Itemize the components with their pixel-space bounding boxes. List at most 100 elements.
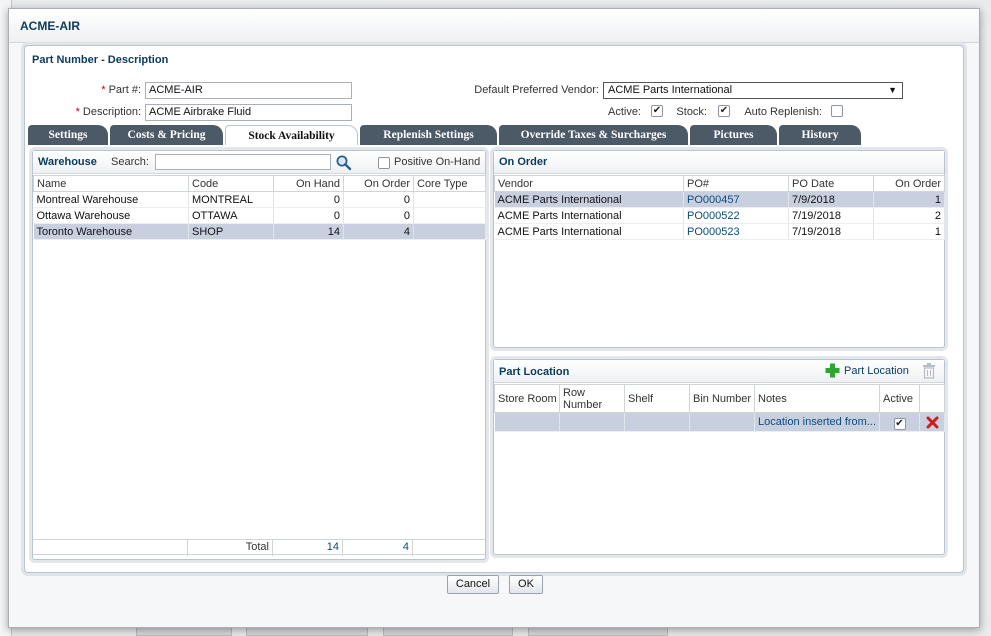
- stock-checkbox[interactable]: ✔: [718, 105, 730, 117]
- trash-icon[interactable]: [922, 363, 936, 379]
- required-marker: *: [75, 106, 80, 118]
- location-shelf[interactable]: [624, 412, 690, 432]
- auto-replenish-checkbox[interactable]: [831, 105, 843, 117]
- table-row[interactable]: ACME Parts International PO000457 7/9/20…: [494, 191, 945, 208]
- tab-pictures[interactable]: Pictures: [690, 125, 777, 145]
- warehouse-name: Montreal Warehouse: [33, 191, 189, 208]
- total-on-hand: 14: [273, 540, 343, 556]
- delete-icon[interactable]: [926, 416, 939, 429]
- location-delete-cell: [919, 412, 945, 432]
- col-on-hand[interactable]: On Hand: [273, 175, 344, 192]
- warehouse-title: Warehouse: [38, 156, 97, 168]
- part-location-table: Store Room Row Number Shelf Bin Number N…: [494, 384, 945, 432]
- tab-history[interactable]: History: [779, 125, 861, 145]
- location-row-number[interactable]: [559, 412, 625, 432]
- tab-costs-pricing[interactable]: Costs & Pricing: [110, 125, 223, 145]
- location-active-checkbox[interactable]: ✔: [893, 417, 906, 430]
- ok-button[interactable]: OK: [509, 575, 543, 594]
- warehouse-header-row: Name Code On Hand On Order Core Type: [33, 175, 486, 192]
- col-on-order-qty[interactable]: On Order: [873, 175, 945, 192]
- order-po-link[interactable]: PO000523: [683, 223, 789, 240]
- part-number-input[interactable]: ACME-AIR: [145, 82, 352, 99]
- order-date: 7/19/2018: [788, 223, 874, 240]
- order-date: 7/19/2018: [788, 207, 874, 224]
- part-location-header: Part Location Part Location: [494, 360, 944, 383]
- col-core-type[interactable]: Core Type: [413, 175, 486, 192]
- on-order-header-row: Vendor PO# PO Date On Order: [494, 175, 945, 192]
- col-vendor[interactable]: Vendor: [494, 175, 684, 192]
- warehouse-on-order: 4: [343, 223, 414, 240]
- location-bin-number[interactable]: [689, 412, 755, 432]
- tab-settings[interactable]: Settings: [28, 125, 108, 145]
- vendor-select[interactable]: ACME Parts International ▼: [603, 82, 903, 99]
- on-order-title: On Order: [499, 156, 548, 168]
- table-row[interactable]: Ottawa Warehouse OTTAWA 0 0: [33, 207, 486, 224]
- table-row[interactable]: Montreal Warehouse MONTREAL 0 0: [33, 191, 486, 208]
- cancel-button[interactable]: Cancel: [447, 575, 499, 594]
- search-label: Search:: [111, 156, 149, 168]
- col-name[interactable]: Name: [33, 175, 189, 192]
- warehouse-on-order: 0: [343, 207, 414, 224]
- order-po-link[interactable]: PO000522: [683, 207, 789, 224]
- location-notes[interactable]: Location inserted from...: [754, 412, 880, 432]
- warehouse-core-type: [413, 207, 486, 224]
- stock-label: Stock:: [676, 106, 707, 118]
- part-location-header-row: Store Room Row Number Shelf Bin Number N…: [494, 384, 945, 413]
- warehouse-core-type: [413, 191, 486, 208]
- plus-icon: [825, 363, 840, 378]
- order-qty: 2: [873, 207, 945, 224]
- order-date: 7/9/2018: [788, 191, 874, 208]
- col-store-room[interactable]: Store Room: [494, 384, 560, 413]
- part-location-panel: Part Location Part Location Store Room R…: [493, 359, 945, 555]
- part-panel: Part Number - Description * Part #: ACME…: [24, 45, 964, 573]
- tab-stock-availability[interactable]: Stock Availability: [225, 125, 358, 145]
- table-row[interactable]: ACME Parts International PO000523 7/19/2…: [494, 223, 945, 240]
- panel-title: Part Number - Description: [32, 54, 169, 66]
- description-label: * Description:: [75, 106, 141, 118]
- tab-override-taxes[interactable]: Override Taxes & Surcharges: [499, 125, 688, 145]
- col-shelf[interactable]: Shelf: [624, 384, 690, 413]
- description-input[interactable]: ACME Airbrake Fluid: [145, 104, 352, 121]
- warehouse-code: SHOP: [188, 223, 274, 240]
- col-po-number[interactable]: PO#: [683, 175, 789, 192]
- col-code[interactable]: Code: [188, 175, 274, 192]
- part-location-title: Part Location: [499, 366, 570, 378]
- location-active-cell: ✔: [879, 412, 920, 432]
- active-checkbox[interactable]: ✔: [651, 105, 663, 117]
- warehouse-on-hand: 0: [273, 191, 344, 208]
- tab-replenish-settings[interactable]: Replenish Settings: [360, 125, 497, 145]
- auto-replenish-label: Auto Replenish:: [744, 106, 822, 118]
- part-dialog: ACME-AIR Part Number - Description * Par…: [8, 8, 980, 628]
- order-qty: 1: [873, 191, 945, 208]
- col-row-number[interactable]: Row Number: [559, 384, 625, 413]
- warehouse-header: Warehouse Search: Positive On-Hand: [33, 151, 485, 174]
- order-vendor: ACME Parts International: [494, 191, 684, 208]
- positive-on-hand-checkbox[interactable]: [378, 157, 390, 169]
- order-vendor: ACME Parts International: [494, 207, 684, 224]
- warehouse-code: OTTAWA: [188, 207, 274, 224]
- col-po-date[interactable]: PO Date: [788, 175, 874, 192]
- order-vendor: ACME Parts International: [494, 223, 684, 240]
- warehouse-search-input[interactable]: [155, 154, 331, 170]
- col-bin-number[interactable]: Bin Number: [689, 384, 755, 413]
- table-row[interactable]: Toronto Warehouse SHOP 14 4: [33, 223, 486, 240]
- total-on-order: 4: [343, 540, 413, 556]
- warehouse-on-hand: 14: [273, 223, 344, 240]
- order-qty: 1: [873, 223, 945, 240]
- order-po-link[interactable]: PO000457: [683, 191, 789, 208]
- dialog-title: ACME-AIR: [20, 19, 80, 33]
- chevron-down-icon: ▼: [888, 85, 897, 95]
- col-notes[interactable]: Notes: [754, 384, 880, 413]
- col-on-order[interactable]: On Order: [343, 175, 414, 192]
- table-row[interactable]: Location inserted from... ✔: [494, 412, 945, 432]
- table-row[interactable]: ACME Parts International PO000522 7/19/2…: [494, 207, 945, 224]
- search-icon[interactable]: [335, 154, 352, 171]
- vendor-label: Default Preferred Vendor:: [474, 84, 599, 96]
- warehouse-core-type: [413, 223, 486, 240]
- col-active[interactable]: Active: [879, 384, 920, 413]
- location-store-room[interactable]: [494, 412, 560, 432]
- active-label: Active:: [607, 106, 641, 118]
- warehouse-name: Ottawa Warehouse: [33, 207, 189, 224]
- total-label: Total: [188, 540, 273, 556]
- warehouse-code: MONTREAL: [188, 191, 274, 208]
